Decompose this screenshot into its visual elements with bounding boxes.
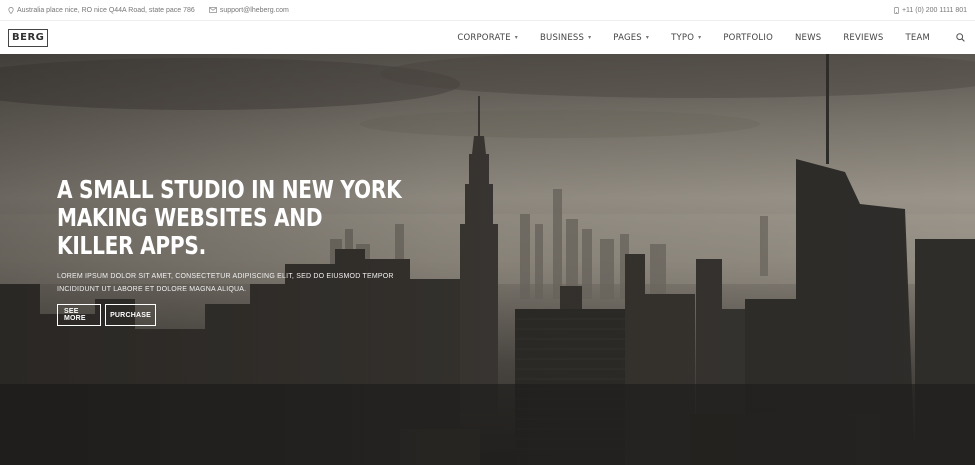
address-text: Australia place nice, RO nice Q44A Road,…: [17, 6, 195, 14]
nav-item-label: Typo: [671, 32, 695, 43]
chevron-down-icon: ▾: [645, 34, 650, 41]
see-more-button[interactable]: See More: [57, 304, 101, 326]
chevron-down-icon: ▾: [514, 34, 518, 41]
nav-item-portfolio[interactable]: Portfolio: [723, 33, 773, 43]
hero-title: A small studio in New York making websit…: [57, 175, 402, 260]
nav-item-label: Business: [540, 32, 585, 43]
nav-item-label: Reviews: [843, 32, 884, 43]
nav-item-label: Team: [905, 32, 930, 43]
hero-description: Lorem ipsum dolor sit amet, consectetur …: [57, 273, 394, 293]
email-link[interactable]: support@lheberg.com: [220, 7, 289, 14]
nav-item-reviews[interactable]: Reviews: [843, 33, 883, 43]
nav-item-news[interactable]: News: [795, 33, 821, 43]
nav-item-corporate[interactable]: Corporate ▾: [457, 33, 518, 43]
envelope-icon: [208, 7, 217, 13]
nav-item-label: Pages: [613, 32, 642, 43]
hero-buttons: See More Purchase: [57, 304, 437, 326]
phone-info[interactable]: +11 (0) 200 1111 801: [894, 7, 967, 14]
nav-item-label: Corporate: [457, 32, 511, 43]
nav-item-label: News: [794, 32, 822, 43]
purchase-button[interactable]: Purchase: [105, 304, 156, 326]
location-pin-icon: [8, 6, 14, 14]
search-icon: [956, 33, 965, 42]
hero-content: A small studio in New York making websit…: [57, 176, 437, 326]
phone-number[interactable]: +11 (0) 200 1111 801: [902, 7, 967, 14]
nav-item-business[interactable]: Business ▾: [540, 33, 591, 43]
top-info-bar: Australia place nice, RO nice Q44A Road,…: [0, 0, 975, 20]
nav-item-label: Portfolio: [723, 32, 773, 43]
nav-item-typo[interactable]: Typo ▾: [671, 33, 701, 43]
hero-section: A small studio in New York making websit…: [0, 54, 975, 465]
chevron-down-icon: ▾: [588, 34, 592, 41]
nav-item-team[interactable]: Team: [905, 33, 930, 43]
main-navbar: BERG Corporate ▾ Business ▾ Pages ▾ Typo…: [0, 20, 975, 54]
search-button[interactable]: [956, 33, 965, 42]
site-logo[interactable]: BERG: [8, 28, 49, 47]
main-nav: Corporate ▾ Business ▾ Pages ▾ Typo ▾ Po…: [435, 21, 967, 54]
phone-icon: [894, 6, 899, 14]
address-info: Australia place nice, RO nice Q44A Road,…: [8, 7, 195, 14]
chevron-down-icon: ▾: [698, 34, 702, 41]
nav-item-pages[interactable]: Pages ▾: [613, 33, 649, 43]
email-info[interactable]: support@lheberg.com: [208, 7, 289, 14]
